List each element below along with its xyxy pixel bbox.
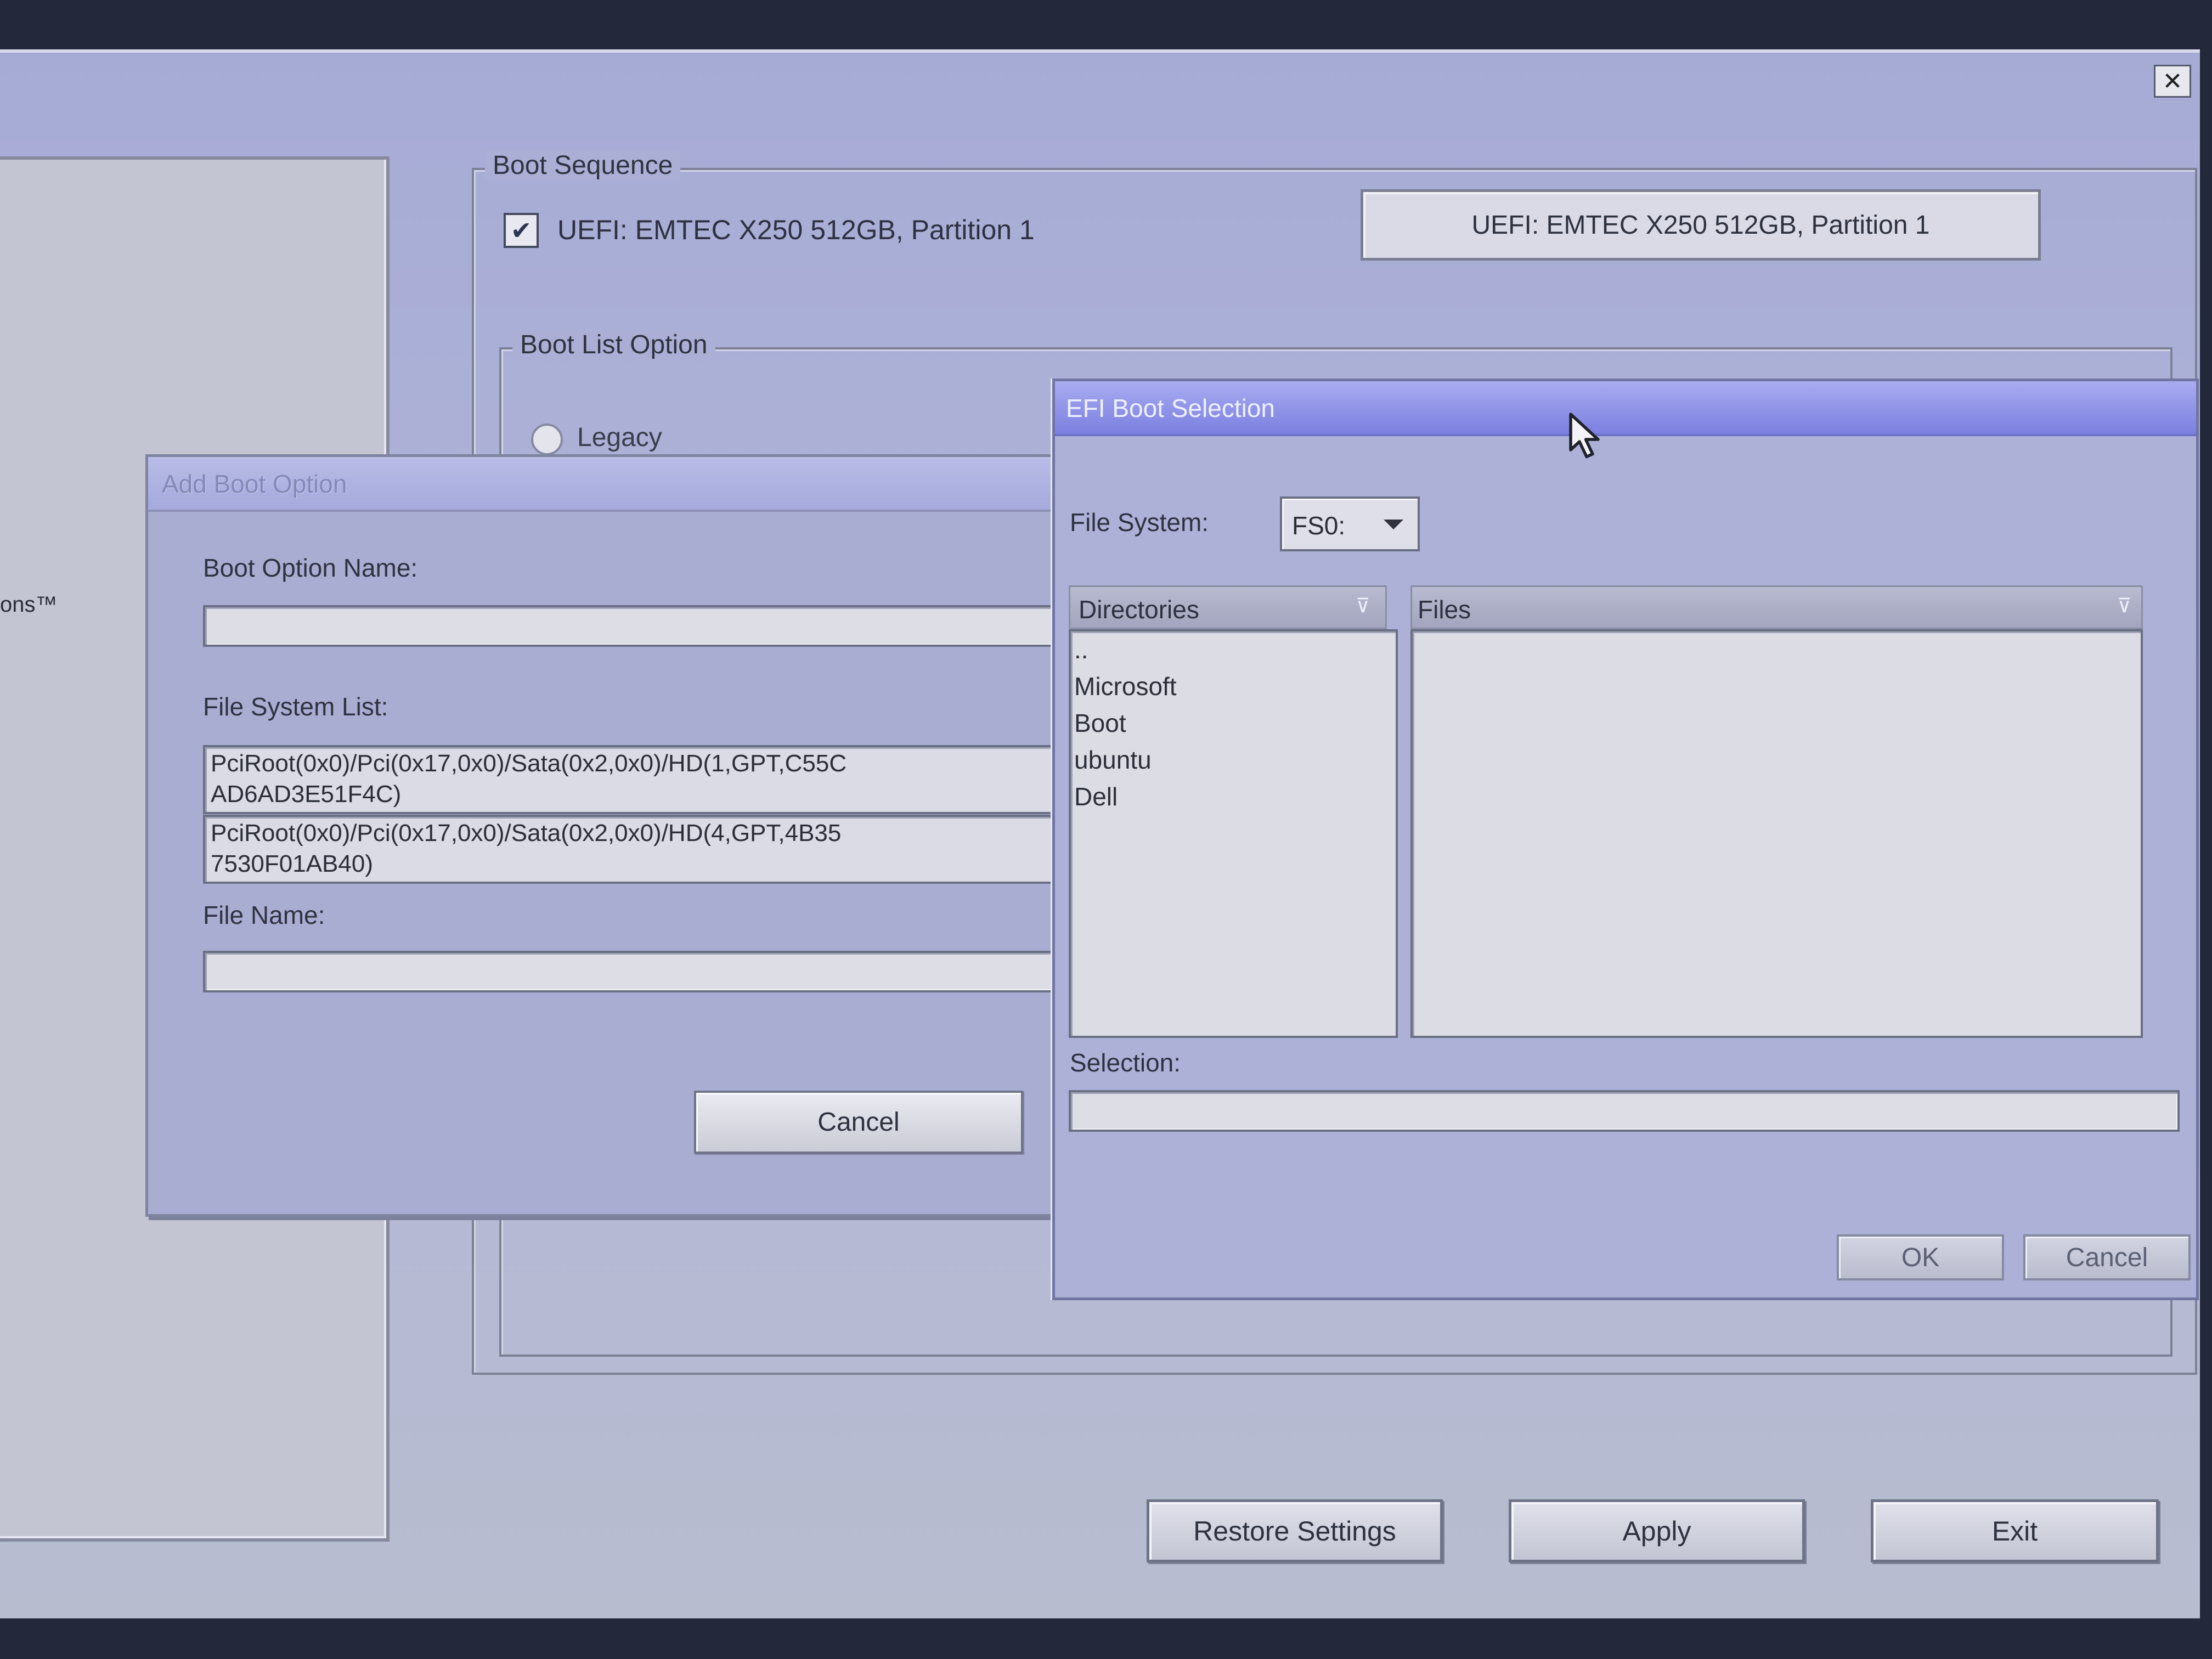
- add-boot-cancel-button[interactable]: Cancel: [694, 1091, 1023, 1154]
- files-list[interactable]: [1410, 629, 2143, 1038]
- efi-boot-selection-dialog: EFI Boot Selection File System: FS0: Dir…: [1052, 379, 2199, 1300]
- selection-input[interactable]: [1069, 1090, 2180, 1132]
- boot-option-name-input[interactable]: [203, 605, 1108, 647]
- file-system-list-item[interactable]: PciRoot(0x0)/Pci(0x17,0x0)/Sata(0x2,0x0)…: [203, 815, 1108, 884]
- close-button[interactable]: ✕: [2154, 65, 2191, 98]
- filter-icon[interactable]: ⊽: [2117, 595, 2131, 617]
- file-system-path-line: 7530F01AB40): [211, 850, 373, 877]
- file-name-label: File Name:: [203, 901, 325, 929]
- file-system-path-line: PciRoot(0x0)/Pci(0x17,0x0)/Sata(0x2,0x0)…: [211, 750, 847, 777]
- close-icon: ✕: [2162, 67, 2183, 95]
- directories-header[interactable]: Directories ⊽: [1069, 585, 1387, 629]
- file-system-path-line: PciRoot(0x0)/Pci(0x17,0x0)/Sata(0x2,0x0)…: [211, 820, 842, 847]
- files-header-label: Files: [1418, 595, 1471, 624]
- boot-sequence-list[interactable]: UEFI: EMTEC X250 512GB, Partition 1: [1361, 189, 2041, 261]
- file-system-label: File System:: [1070, 508, 1209, 537]
- file-system-path-line: AD6AD3E51F4C): [211, 781, 402, 808]
- add-boot-option-dialog: Add Boot Option Boot Option Name: File S…: [145, 454, 1122, 1217]
- legacy-radio-label[interactable]: Legacy: [577, 422, 662, 453]
- nav-item-fragment[interactable]: ons™: [0, 592, 58, 617]
- exit-button[interactable]: Exit: [1871, 1499, 2159, 1562]
- efi-boot-selection-title: EFI Boot Selection: [1066, 394, 1275, 422]
- directories-list[interactable]: .. Microsoft Boot ubuntu Dell: [1069, 629, 1398, 1038]
- directory-item[interactable]: Microsoft: [1071, 668, 1396, 705]
- files-header[interactable]: Files ⊽: [1410, 585, 2143, 629]
- selection-label: Selection:: [1070, 1048, 1181, 1077]
- ok-button[interactable]: OK: [1837, 1234, 2004, 1280]
- efi-boot-selection-titlebar[interactable]: EFI Boot Selection: [1055, 381, 2196, 436]
- mouse-pointer-icon: [1569, 413, 1600, 459]
- boot-entry-checkbox[interactable]: ✔: [504, 213, 539, 248]
- restore-settings-button[interactable]: Restore Settings: [1147, 1499, 1443, 1562]
- legacy-radio-button[interactable]: [531, 424, 563, 455]
- directory-item[interactable]: Boot: [1071, 705, 1396, 742]
- boot-sequence-legend: Boot Sequence: [485, 150, 681, 180]
- directory-item[interactable]: ..: [1071, 631, 1396, 668]
- file-system-select[interactable]: FS0:: [1280, 496, 1420, 551]
- filter-icon[interactable]: ⊽: [1356, 595, 1370, 617]
- file-system-list-label: File System List:: [203, 692, 388, 721]
- add-boot-option-titlebar[interactable]: Add Boot Option: [148, 457, 1119, 512]
- add-boot-option-title: Add Boot Option: [162, 470, 347, 498]
- boot-option-name-label: Boot Option Name:: [203, 554, 418, 582]
- efi-cancel-button[interactable]: Cancel: [2023, 1234, 2191, 1280]
- directory-item[interactable]: Dell: [1071, 778, 1396, 815]
- boot-list-option-legend: Boot List Option: [512, 330, 715, 360]
- chevron-down-icon: [1384, 520, 1403, 529]
- file-system-select-value: FS0:: [1292, 511, 1346, 540]
- directories-header-label: Directories: [1079, 595, 1199, 624]
- checkmark-icon: ✔: [510, 216, 532, 245]
- file-system-list-item[interactable]: PciRoot(0x0)/Pci(0x17,0x0)/Sata(0x2,0x0)…: [203, 745, 1108, 814]
- directory-item[interactable]: ubuntu: [1071, 742, 1396, 778]
- file-name-input[interactable]: [203, 951, 1108, 992]
- apply-button[interactable]: Apply: [1509, 1499, 1805, 1562]
- boot-entry-label[interactable]: UEFI: EMTEC X250 512GB, Partition 1: [557, 214, 1035, 246]
